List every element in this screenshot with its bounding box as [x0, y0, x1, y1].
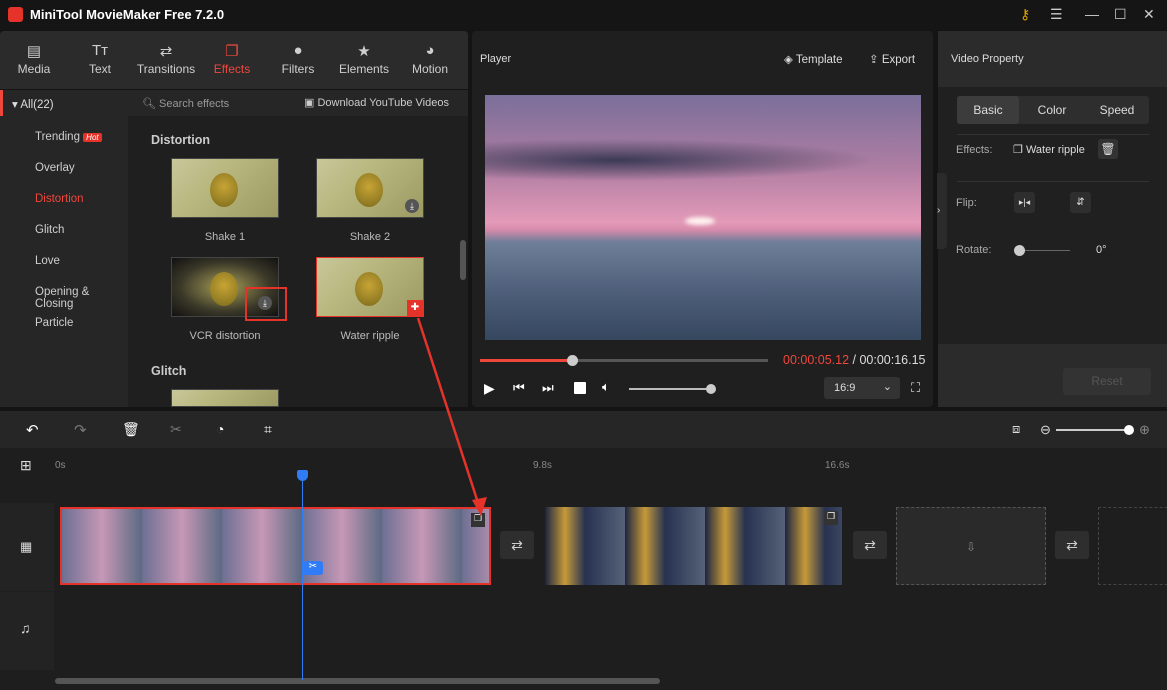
arrow-head [472, 497, 487, 516]
arrow-line [416, 317, 483, 513]
annotation-arrow [416, 317, 487, 516]
